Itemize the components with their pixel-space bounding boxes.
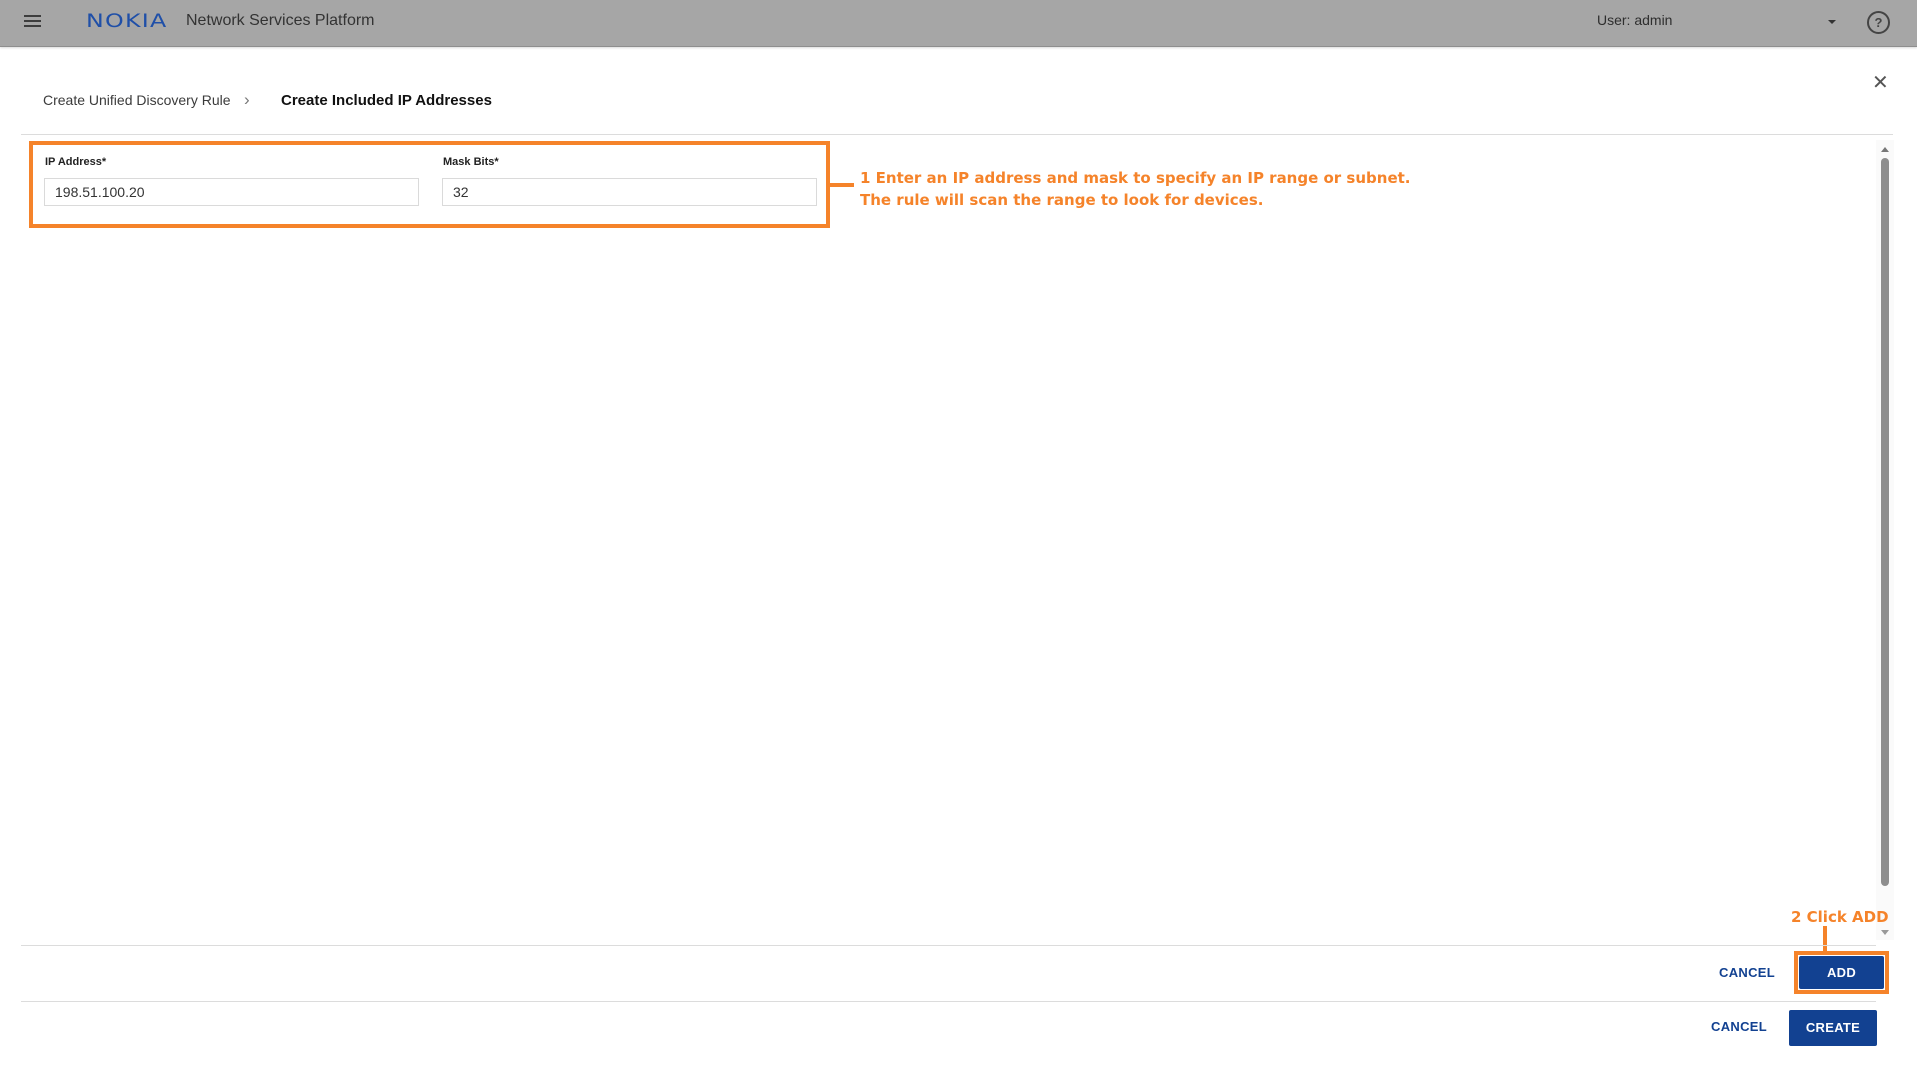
annotation-connector <box>830 183 854 187</box>
breadcrumb-parent[interactable]: Create Unified Discovery Rule <box>43 92 231 108</box>
scrollbar-thumb[interactable] <box>1881 158 1889 886</box>
scroll-up-arrow-icon[interactable] <box>1881 147 1889 152</box>
app-title: Network Services Platform <box>186 12 375 29</box>
cancel-button[interactable]: CANCEL <box>1711 1019 1767 1034</box>
scroll-down-arrow-icon[interactable] <box>1881 930 1889 935</box>
ip-address-input[interactable] <box>44 178 419 206</box>
top-bar: NOKIA Network Services Platform User: ad… <box>0 0 1917 47</box>
hamburger-menu-icon[interactable] <box>24 15 41 29</box>
annotation-step2: 2 Click ADD <box>1791 908 1889 926</box>
mask-bits-label: Mask Bits* <box>443 156 499 168</box>
page-title: Create Included IP Addresses <box>281 92 492 109</box>
help-icon[interactable]: ? <box>1867 11 1890 34</box>
ip-address-label: IP Address* <box>45 156 107 168</box>
chevron-right-icon: › <box>244 90 250 109</box>
caret-down-icon[interactable] <box>1828 20 1836 24</box>
outer-footer-divider <box>21 1001 1876 1002</box>
annotation-step1-line2: The rule will scan the range to look for… <box>860 191 1264 209</box>
create-button[interactable]: CREATE <box>1789 1010 1877 1046</box>
close-icon[interactable]: ✕ <box>1872 70 1889 95</box>
inner-footer-divider <box>21 945 1876 946</box>
annotation-step1-line1: 1 Enter an IP address and mask to specif… <box>860 169 1411 187</box>
header-divider <box>21 134 1893 135</box>
mask-bits-input[interactable] <box>442 178 817 206</box>
inner-cancel-button[interactable]: CANCEL <box>1719 965 1775 980</box>
add-button[interactable]: ADD <box>1799 956 1884 989</box>
nokia-logo: NOKIA <box>86 10 168 32</box>
annotation-connector-2 <box>1823 926 1827 952</box>
user-menu[interactable]: User: admin <box>1597 12 1672 28</box>
